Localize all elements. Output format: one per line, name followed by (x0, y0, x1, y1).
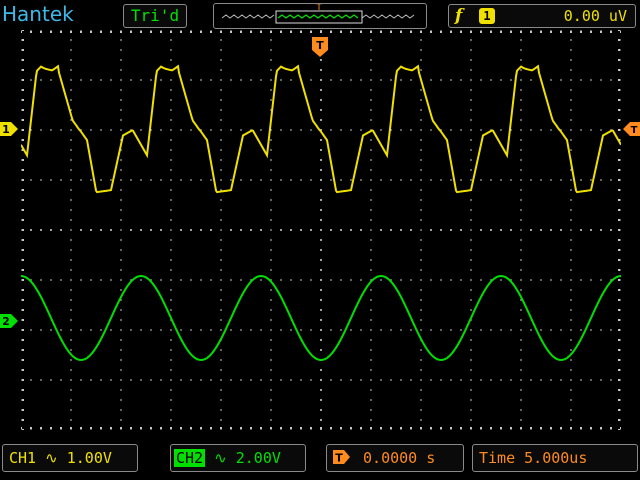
timebase-box[interactable]: Time 5.000us (472, 444, 638, 472)
ch2-name: CH2 (174, 449, 206, 467)
ch1-name: CH1 (9, 449, 37, 467)
graticule (21, 30, 621, 430)
timebase-value: 5.000us (524, 449, 588, 467)
ch2-marker-label: 2 (2, 315, 10, 328)
trigger-source-badge: 1 (479, 8, 495, 24)
memory-waveform-icon: T (221, 3, 415, 24)
trigger-position-marker[interactable]: T (311, 36, 329, 58)
ch1-marker-label: 1 (2, 123, 10, 136)
bottom-status-bar: CH1 ∿ 1.00V CH2 ∿ 2.00V T 0.0000 s Time … (0, 440, 640, 480)
trigger-arrow-icon: T (333, 450, 350, 465)
memory-trigger-marker: T (315, 4, 322, 13)
ac-coupling-icon: ∿ (214, 449, 227, 467)
horizontal-position-value: 0.0000 s (363, 449, 436, 467)
timebase-label: Time (479, 449, 516, 467)
hpos-icon-label: T (335, 452, 343, 465)
ch2-scale-box[interactable]: CH2 ∿ 2.00V (170, 444, 306, 472)
ch1-scale-box[interactable]: CH1 ∿ 1.00V (2, 444, 138, 472)
trigger-level-value: 0.00 uV (563, 7, 627, 25)
trigger-status-badge: Tri'd (123, 4, 187, 28)
trigger-level-marker-label: T (631, 125, 638, 136)
ch1-ground-marker[interactable]: 1 (0, 121, 20, 137)
brand-logo: Hantek (2, 2, 74, 26)
ch1-scale-value: 1.00V (66, 449, 112, 467)
scope-display[interactable] (21, 30, 621, 430)
ch2-scale-value: 2.00V (235, 449, 281, 467)
horizontal-position-box[interactable]: T 0.0000 s (326, 444, 464, 472)
ac-coupling-icon: ∿ (45, 449, 58, 467)
memory-position-bar: T (213, 3, 427, 29)
top-status-bar: Hantek Tri'd T f 1 0.00 uV (0, 0, 640, 30)
trigger-level-marker[interactable]: T (622, 121, 640, 137)
trigger-info-panel: f 1 0.00 uV (448, 4, 636, 28)
trigger-edge-icon: f (455, 6, 463, 26)
ch2-waveform (21, 274, 621, 362)
ch2-ground-marker[interactable]: 2 (0, 313, 20, 329)
trigger-position-marker-label: T (316, 39, 324, 52)
